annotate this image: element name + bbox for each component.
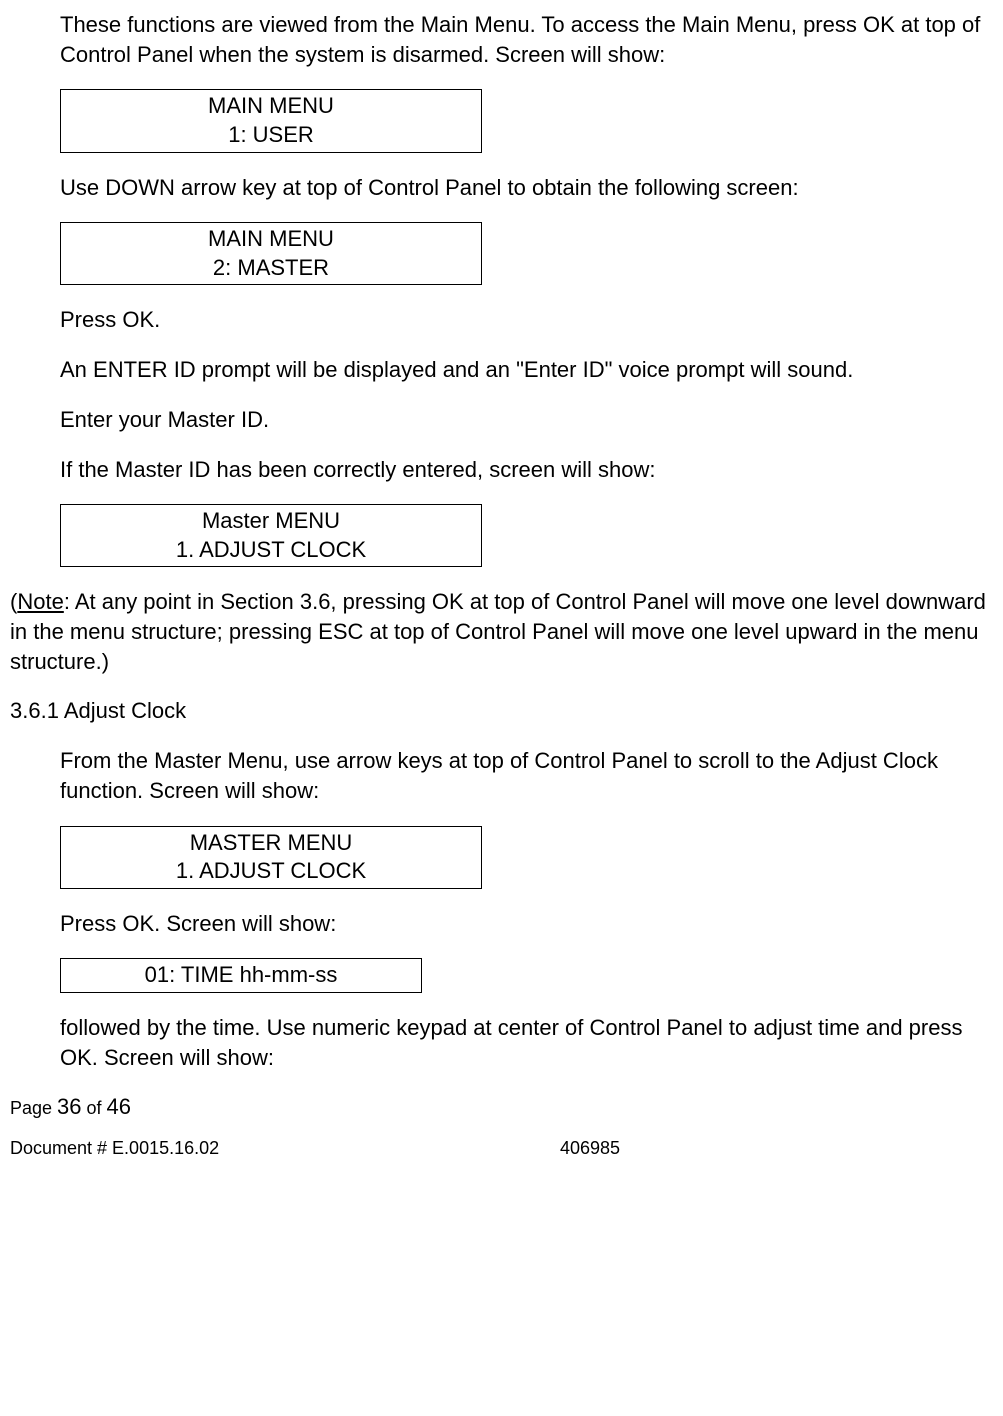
page-of: of (82, 1098, 107, 1118)
page-current: 36 (57, 1094, 81, 1119)
screen-line: 1: USER (61, 121, 481, 150)
screen-line: MASTER MENU (61, 829, 481, 858)
page-footer: Page 36 of 46 (10, 1092, 993, 1122)
document-footer: Document # E.0015.16.02 406985 (10, 1136, 993, 1160)
note-label: Note (17, 589, 63, 614)
screen-master-menu-adjust-clock: Master MENU 1. ADJUST CLOCK (60, 504, 482, 567)
paragraph: An ENTER ID prompt will be displayed and… (60, 355, 993, 385)
screen-line: MAIN MENU (61, 92, 481, 121)
intro-paragraph: These functions are viewed from the Main… (60, 10, 993, 69)
screen-line: 1. ADJUST CLOCK (61, 857, 481, 886)
paragraph: Enter your Master ID. (60, 405, 993, 435)
paragraph: Use DOWN arrow key at top of Control Pan… (60, 173, 993, 203)
document-number: 406985 (560, 1136, 620, 1160)
page-label: Page (10, 1098, 57, 1118)
screen-line: MAIN MENU (61, 225, 481, 254)
paragraph: From the Master Menu, use arrow keys at … (60, 746, 993, 805)
section-heading: 3.6.1 Adjust Clock (10, 696, 993, 726)
screen-master-menu-adjust-clock-2: MASTER MENU 1. ADJUST CLOCK (60, 826, 482, 889)
document-number-label: Document # E.0015.16.02 (10, 1136, 560, 1160)
screen-main-menu-user: MAIN MENU 1: USER (60, 89, 482, 152)
paragraph: followed by the time. Use numeric keypad… (60, 1013, 993, 1072)
screen-line: 2: MASTER (61, 254, 481, 283)
note-paragraph: (Note: At any point in Section 3.6, pres… (10, 587, 993, 676)
screen-main-menu-master: MAIN MENU 2: MASTER (60, 222, 482, 285)
note-text: : At any point in Section 3.6, pressing … (10, 589, 986, 673)
paragraph: Press OK. Screen will show: (60, 909, 993, 939)
screen-line: 1. ADJUST CLOCK (61, 536, 481, 565)
paragraph: If the Master ID has been correctly ente… (60, 455, 993, 485)
paragraph: Press OK. (60, 305, 993, 335)
screen-time: 01: TIME hh-mm-ss (60, 958, 422, 993)
page-total: 46 (107, 1094, 131, 1119)
screen-line: Master MENU (61, 507, 481, 536)
screen-line: 01: TIME hh-mm-ss (61, 961, 421, 990)
